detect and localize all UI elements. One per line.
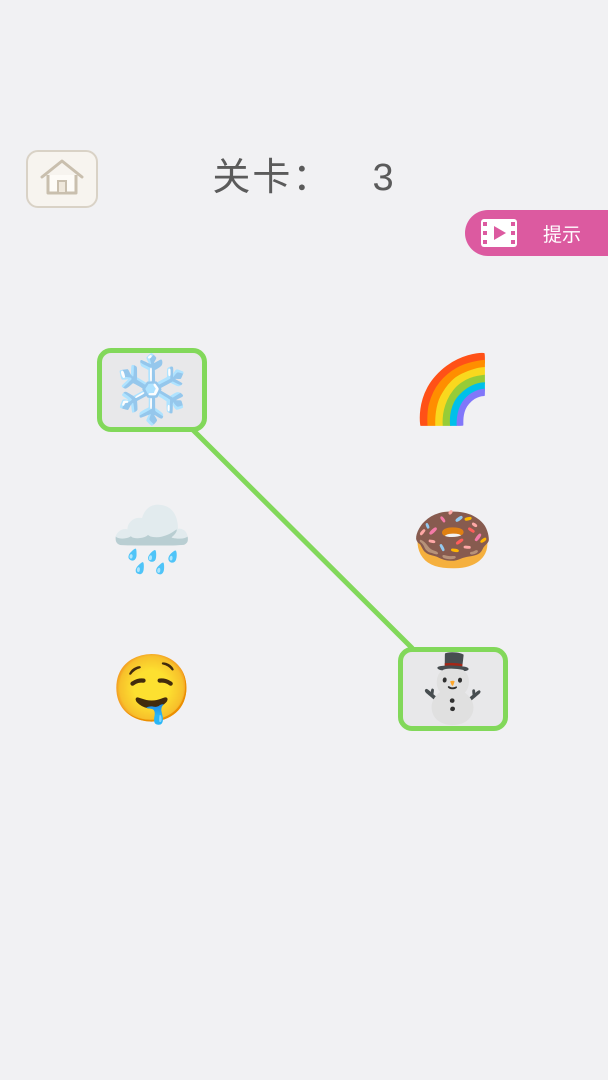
level-title: 关卡： 3 — [0, 146, 608, 201]
video-play-icon — [479, 217, 519, 249]
tile-doughnut[interactable]: 🍩 — [398, 498, 508, 582]
level-label: 关卡： — [212, 155, 333, 199]
drooling-face-icon: 🤤 — [110, 650, 194, 727]
snowflake-icon: ❄️ — [110, 351, 194, 428]
hint-button[interactable]: 提示 — [465, 210, 608, 256]
hint-label: 提示 — [543, 223, 582, 246]
tile-rainbow[interactable]: 🌈 — [398, 348, 508, 432]
rainbow-icon: 🌈 — [411, 351, 495, 428]
snowman-icon: ⛄ — [411, 650, 495, 727]
tile-drooling-face[interactable]: 🤤 — [97, 647, 207, 731]
connection-line — [190, 427, 415, 651]
doughnut-icon: 🍩 — [411, 501, 495, 578]
tile-rain-cloud[interactable]: 🌧️ — [97, 498, 207, 582]
rain-cloud-icon: 🌧️ — [110, 501, 194, 578]
level-number: 3 — [372, 157, 396, 199]
tile-snowflake[interactable]: ❄️ — [97, 348, 207, 432]
tile-snowman[interactable]: ⛄ — [398, 647, 508, 731]
